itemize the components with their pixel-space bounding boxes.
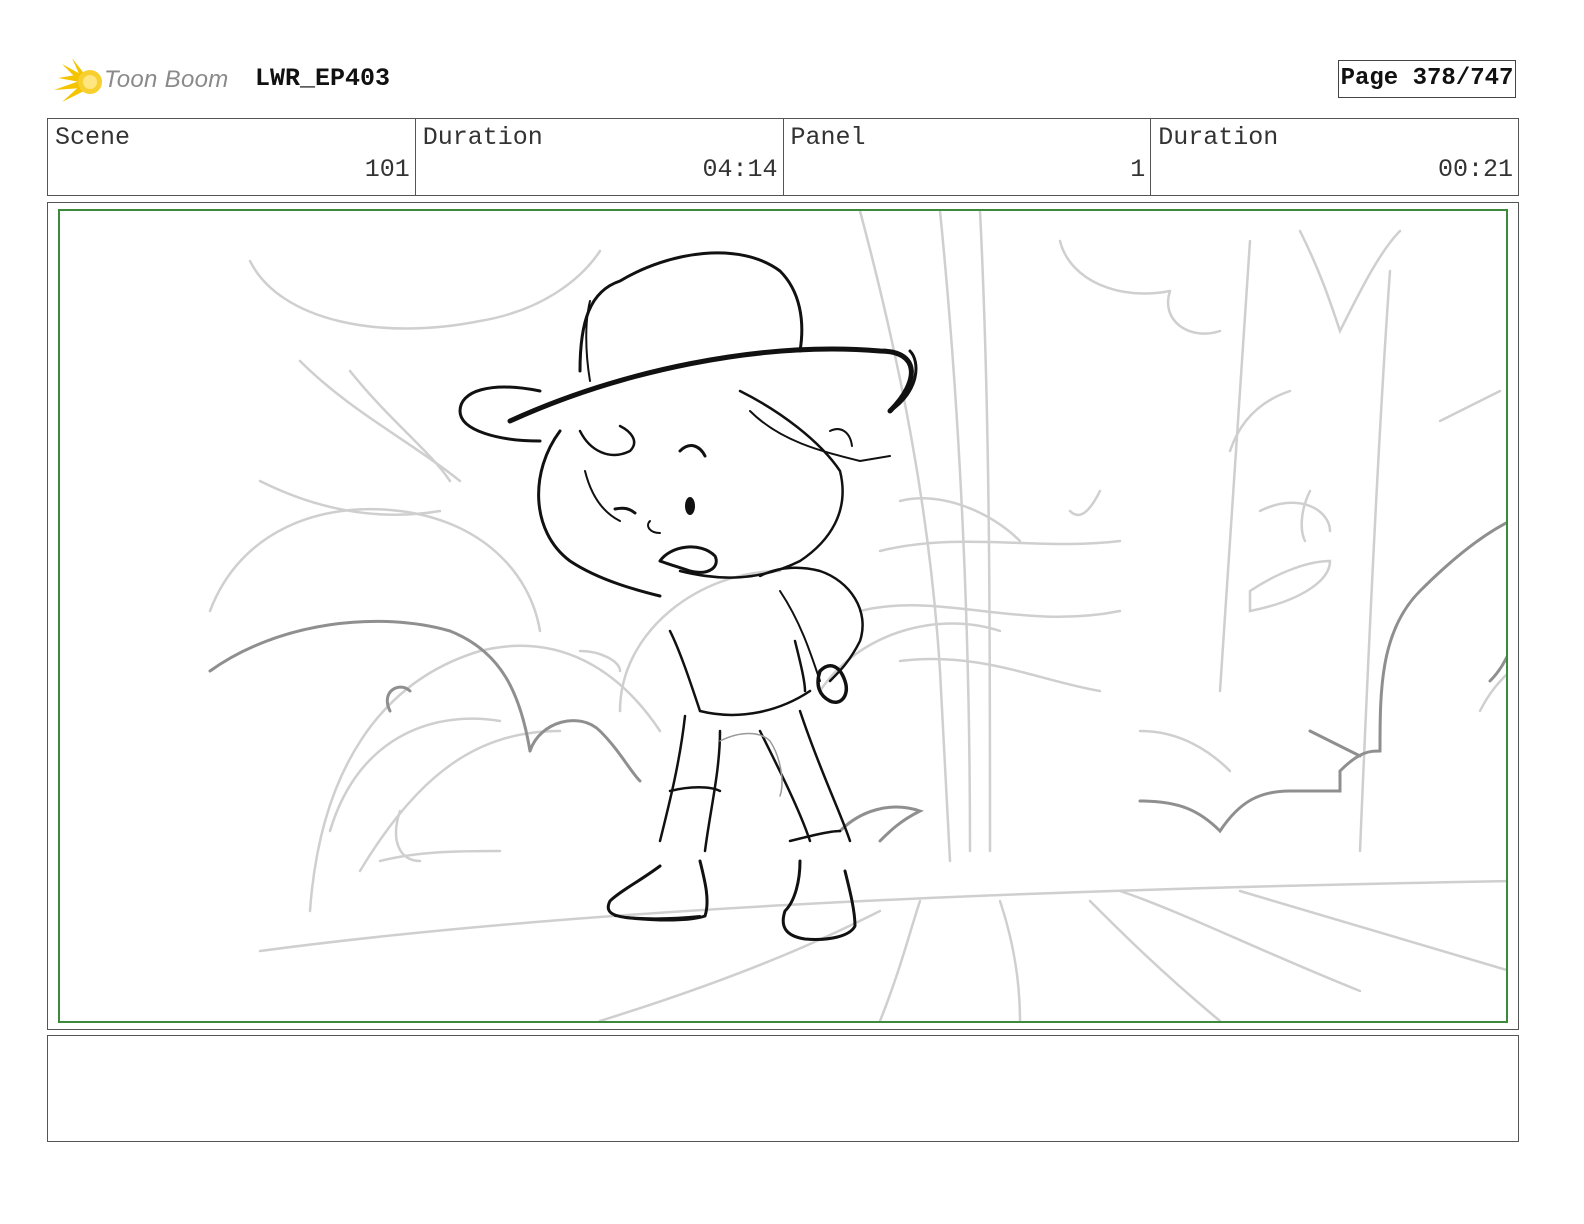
bush-sketch [208,521,1506,843]
panel-image [58,209,1508,1023]
scene-duration-cell: Duration 04:14 [416,119,784,195]
notes-box [47,1035,1519,1142]
scene-value: 101 [364,155,410,184]
page-indicator: Page 378/747 [1338,60,1516,98]
panel-value: 1 [1130,155,1146,184]
panel-duration-value: 00:21 [1437,155,1513,184]
burst-icon [54,58,102,102]
project-title: LWR_EP403 [255,64,391,93]
panel-duration-label: Duration [1158,123,1279,152]
scene-duration-label: Duration [422,123,543,152]
storyboard-sketch [208,211,1506,1021]
scene-cell: Scene 101 [48,119,416,195]
panel-duration-cell: Duration 00:21 [1151,119,1518,195]
scene-duration-value: 04:14 [702,155,778,184]
toon-boom-logo: Toon Boom [52,56,242,108]
info-table: Scene 101 Duration 04:14 Panel 1 Duratio… [47,118,1519,196]
panel-cell: Panel 1 [784,119,1152,195]
logo-text: Toon Boom [104,66,229,93]
panel-label: Panel [790,123,866,152]
scene-label: Scene [55,123,131,152]
background-sketch [208,211,1506,1021]
